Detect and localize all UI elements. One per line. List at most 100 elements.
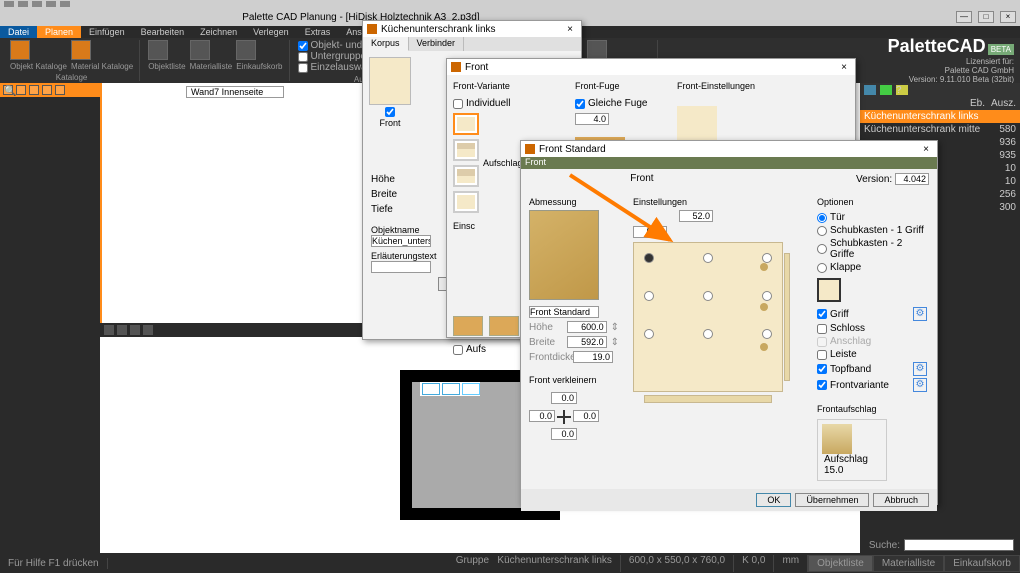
opt-tuer-radio[interactable]	[817, 213, 827, 223]
einkaufskorb-icon[interactable]	[236, 40, 256, 60]
variant-option[interactable]	[453, 191, 479, 213]
untergruppenauswahl-check[interactable]	[298, 52, 308, 62]
gleiche-fuge-check[interactable]	[575, 99, 585, 109]
tab-einfuegen[interactable]: Einfügen	[81, 26, 133, 38]
panel-icon[interactable]	[880, 85, 892, 95]
tool-icon[interactable]	[16, 85, 26, 95]
arrow-icon[interactable]: ⇕	[611, 337, 619, 348]
handle-pos-radio[interactable]	[762, 291, 772, 301]
list-item[interactable]: Küchenunterschrank mitte580	[860, 123, 1020, 136]
handle-pos-radio[interactable]	[644, 291, 654, 301]
setting-input-2[interactable]	[633, 226, 667, 238]
opt-schub2-radio[interactable]	[817, 244, 827, 254]
opt-topfband-check[interactable]	[817, 364, 827, 374]
close-icon[interactable]: ×	[837, 62, 851, 73]
gruppe-definieren-icon[interactable]	[587, 40, 607, 60]
version-input[interactable]	[895, 173, 929, 185]
variant-option[interactable]	[453, 139, 479, 161]
search-input[interactable]	[904, 539, 1014, 551]
arrow-icon[interactable]: ⇕	[611, 322, 619, 333]
opt-schub1-radio[interactable]	[817, 226, 827, 236]
tool-icon[interactable]	[104, 325, 114, 335]
erlaeuterung-input[interactable]	[371, 261, 431, 273]
frontdicke-input[interactable]	[573, 351, 613, 363]
fuge-input[interactable]	[575, 113, 609, 125]
uebernehmen-button[interactable]: Übernehmen	[795, 493, 869, 507]
tab-korpus[interactable]: Korpus	[363, 37, 409, 51]
abbruch-button[interactable]: Abbruch	[873, 493, 929, 507]
panel-icon[interactable]	[864, 85, 876, 95]
qa-icon[interactable]	[60, 1, 70, 7]
tab-materialliste[interactable]: Materialliste	[873, 555, 944, 572]
tab-objektliste[interactable]: Objektliste	[808, 555, 873, 572]
gear-icon[interactable]: ⚙	[913, 378, 927, 392]
tab-verbinder[interactable]: Verbinder	[409, 37, 465, 51]
einzelauswahl-check[interactable]	[298, 63, 308, 73]
opt-frontvariante-check[interactable]	[817, 380, 827, 390]
tool-icon[interactable]	[29, 85, 39, 95]
dialog-titlebar[interactable]: Front ×	[447, 59, 855, 75]
variant-option[interactable]	[453, 165, 479, 187]
qa-icon[interactable]	[32, 1, 42, 7]
handle-pos-radio[interactable]	[762, 253, 772, 263]
fv-top-input[interactable]	[551, 392, 577, 404]
opt-schloss-check[interactable]	[817, 324, 827, 334]
tab-einkaufskorb[interactable]: Einkaufskorb	[944, 555, 1020, 572]
maximize-button[interactable]: □	[978, 11, 994, 23]
tab-planen[interactable]: Planen	[37, 26, 81, 38]
tool-icon[interactable]	[42, 85, 52, 95]
handle-pos-radio[interactable]	[703, 253, 713, 263]
tab-datei[interactable]: Datei	[0, 26, 37, 38]
tool-icon[interactable]	[143, 325, 153, 335]
fv-left-input[interactable]	[529, 410, 555, 422]
minimize-button[interactable]: —	[956, 11, 972, 23]
objektname-input[interactable]	[371, 235, 431, 247]
tool-icon[interactable]	[117, 325, 127, 335]
opt-leiste-check[interactable]	[817, 350, 827, 360]
front-std-input[interactable]	[529, 306, 599, 318]
breite-input[interactable]	[567, 336, 607, 348]
handle-pos-radio[interactable]	[703, 291, 713, 301]
hoehe-input[interactable]	[567, 321, 607, 333]
objekt-kataloge-icon[interactable]	[10, 40, 30, 60]
close-icon[interactable]: ×	[563, 24, 577, 35]
view-label-dropdown[interactable]: Wand7 Innenseite	[186, 86, 284, 98]
tab-extras[interactable]: Extras	[297, 26, 339, 38]
objekt-gruppenauswahl-check[interactable]	[298, 41, 308, 51]
tab-verlegen[interactable]: Verlegen	[245, 26, 297, 38]
ok-button[interactable]: OK	[756, 493, 791, 507]
bottom-thumb[interactable]	[453, 316, 483, 336]
gear-icon[interactable]: ⚙	[913, 362, 927, 376]
qa-icon[interactable]	[18, 1, 28, 7]
qa-icon[interactable]	[4, 1, 14, 7]
dialog-titlebar[interactable]: Küchenunterschrank links ×	[363, 21, 581, 37]
materialliste-icon[interactable]	[190, 40, 210, 60]
close-icon[interactable]: ×	[919, 144, 933, 155]
handle-pos-radio[interactable]	[762, 329, 772, 339]
tool-icon[interactable]	[130, 325, 140, 335]
search-icon[interactable]: 🔍	[3, 85, 13, 95]
gear-icon[interactable]: ⚙	[913, 307, 927, 321]
frontaufschlag-box[interactable]: Aufschlag 15.0	[817, 419, 887, 481]
close-button[interactable]: ×	[1000, 11, 1016, 23]
qa-icon[interactable]	[46, 1, 56, 7]
material-kataloge-icon[interactable]	[71, 40, 91, 60]
opt-thumbnail[interactable]	[817, 278, 841, 302]
list-item[interactable]: Küchenunterschrank links	[860, 110, 1020, 123]
bottom-thumb[interactable]	[489, 316, 519, 336]
individuell-check[interactable]	[453, 99, 463, 109]
fv-right-input[interactable]	[573, 410, 599, 422]
setting-input-1[interactable]	[679, 210, 713, 222]
fv-bottom-input[interactable]	[551, 428, 577, 440]
tab-zeichnen[interactable]: Zeichnen	[192, 26, 245, 38]
handle-pos-radio[interactable]	[644, 253, 654, 263]
help-icon[interactable]: ?	[896, 85, 908, 95]
opt-griff-check[interactable]	[817, 309, 827, 319]
variant-option[interactable]	[453, 113, 479, 135]
handle-pos-radio[interactable]	[703, 329, 713, 339]
aufs-check[interactable]	[453, 345, 463, 355]
objektliste-icon[interactable]	[148, 40, 168, 60]
tab-bearbeiten[interactable]: Bearbeiten	[133, 26, 193, 38]
handle-pos-radio[interactable]	[644, 329, 654, 339]
opt-klappe-radio[interactable]	[817, 263, 827, 273]
